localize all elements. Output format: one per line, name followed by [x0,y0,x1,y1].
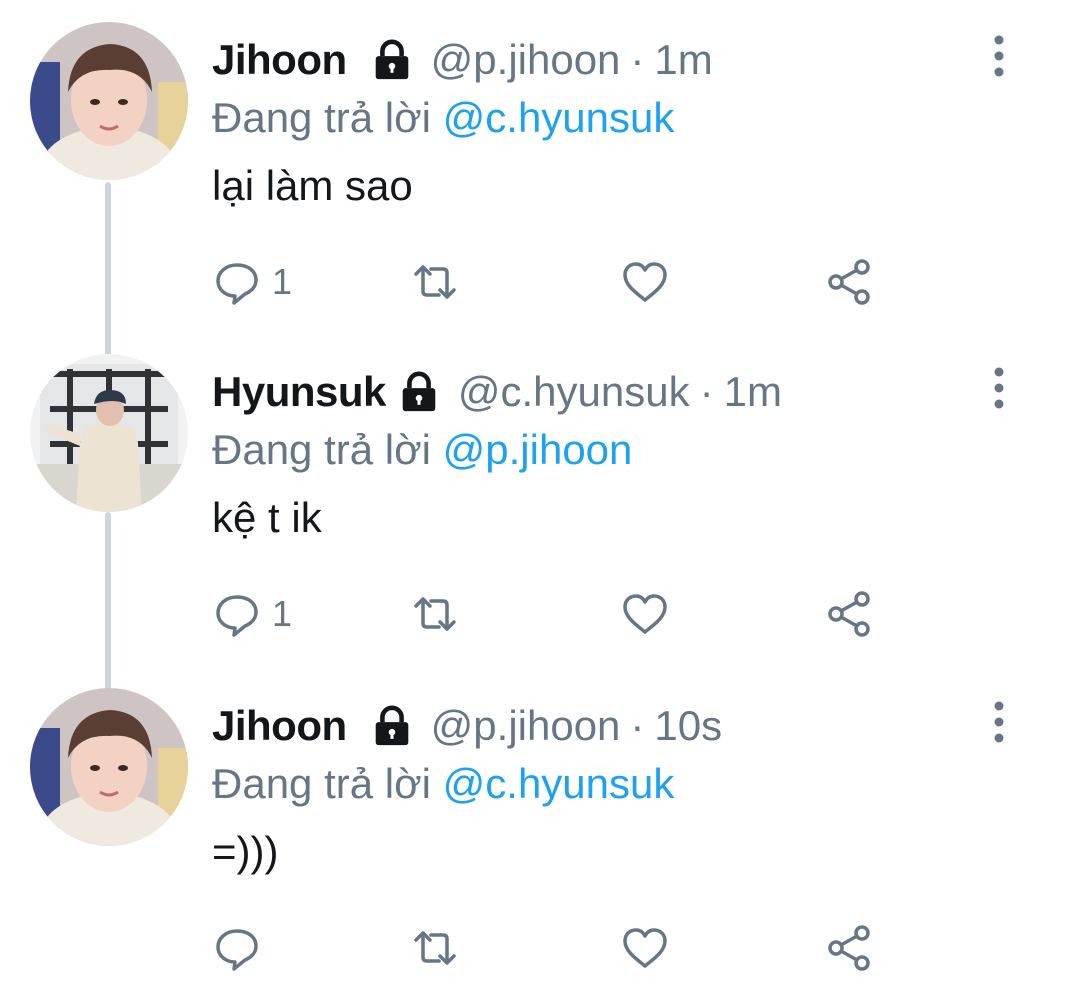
avatar-photo-jihoon [30,22,188,180]
like-button[interactable] [620,920,670,976]
retweet-icon [414,931,456,965]
display-name[interactable]: Jihoon [212,702,347,750]
share-icon [828,591,870,637]
tweet[interactable]: Hyunsuk @c.hyunsuk · 1m Đang trả lời @p.… [0,332,1080,666]
mention-link[interactable]: @p.jihoon [443,426,633,473]
user-handle[interactable]: @p.jihoon [431,702,621,750]
share-button[interactable] [824,254,874,310]
retweet-button[interactable] [410,586,460,642]
timestamp[interactable]: 10s [654,702,722,750]
separator-dot: · [630,36,645,83]
reply-button[interactable]: 1 [212,586,292,642]
like-icon [623,262,667,302]
user-handle[interactable]: @p.jihoon [431,36,621,84]
more-options-icon[interactable] [988,34,1010,78]
lock-icon [369,703,415,749]
tweet-text: =))) [212,828,279,875]
share-icon [828,925,870,971]
tweet-actions: 1 [212,586,892,646]
avatar[interactable] [30,688,188,846]
avatar-photo-jihoon [30,688,188,846]
avatar-photo-hyunsuk [30,354,188,512]
share-icon [828,259,870,305]
replying-to-label: Đang trả lời [212,426,431,473]
avatar[interactable] [30,354,188,512]
tweet[interactable]: Jihoon @p.jihoon · 1m Đang trả lời @c.hy… [0,0,1080,334]
reply-icon [216,263,258,305]
like-icon [623,594,667,634]
lock-icon [396,369,442,415]
replying-to-label: Đang trả lời [212,760,431,807]
share-button[interactable] [824,920,874,976]
reply-count: 1 [272,593,293,634]
tweet-text: kệ t ik [212,494,322,541]
reply-button[interactable]: 1 [212,254,292,310]
display-name[interactable]: Jihoon [212,36,347,84]
reply-count: 1 [272,261,293,302]
mention-link[interactable]: @c.hyunsuk [443,760,675,807]
replying-to: Đang trả lời @c.hyunsuk [212,760,674,808]
retweet-button[interactable] [410,920,460,976]
reply-icon [216,929,258,971]
separator-dot: · [699,368,714,415]
retweet-icon [414,597,456,631]
like-button[interactable] [620,254,670,310]
lock-icon [369,37,415,83]
timestamp[interactable]: 1m [724,368,782,416]
tweet-actions [212,920,892,980]
reply-button[interactable] [212,920,272,976]
display-name[interactable]: Hyunsuk [212,368,386,416]
avatar[interactable] [30,22,188,180]
user-handle[interactable]: @c.hyunsuk [458,368,690,416]
tweet[interactable]: Jihoon @p.jihoon · 10s Đang trả lời @c.h… [0,666,1080,994]
replying-to: Đang trả lời @c.hyunsuk [212,94,674,142]
retweet-icon [414,265,456,299]
like-icon [623,928,667,968]
share-button[interactable] [824,586,874,642]
mention-link[interactable]: @c.hyunsuk [443,94,675,141]
more-options-icon[interactable] [988,366,1010,410]
tweet-text: lại làm sao [212,162,413,209]
reply-icon [216,595,258,637]
replying-to-label: Đang trả lời [212,94,431,141]
timestamp[interactable]: 1m [654,36,712,84]
more-options-icon[interactable] [988,700,1010,744]
tweet-actions: 1 [212,254,892,314]
retweet-button[interactable] [410,254,460,310]
like-button[interactable] [620,586,670,642]
separator-dot: · [630,702,645,749]
replying-to: Đang trả lời @p.jihoon [212,426,632,474]
